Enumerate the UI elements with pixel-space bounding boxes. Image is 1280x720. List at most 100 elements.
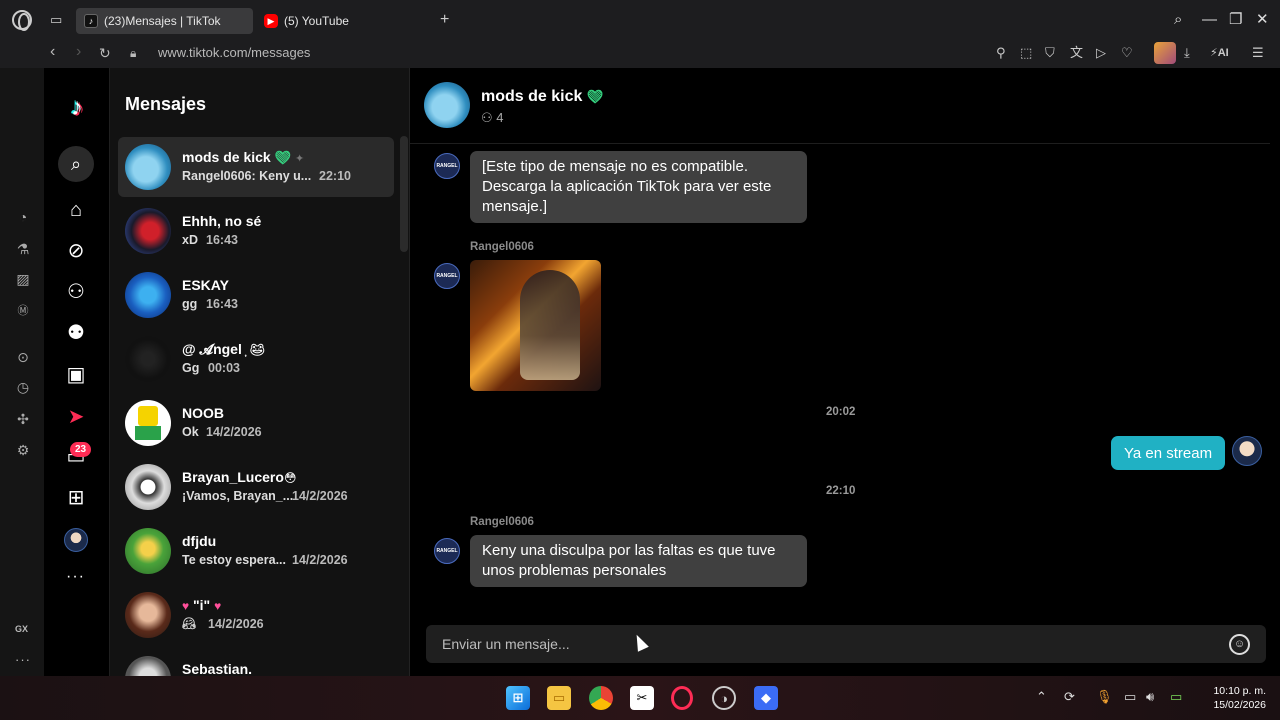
message-preview: gg [182, 297, 198, 311]
image-message[interactable] [470, 260, 601, 391]
message-preview: ¡Vamos, Brayan_... [182, 489, 294, 503]
history-icon[interactable]: ◷ [14, 378, 32, 396]
avatar[interactable]: RANGEL [434, 153, 460, 179]
group-avatar[interactable] [424, 82, 470, 128]
profile-avatar[interactable] [1154, 42, 1176, 64]
speed-icon[interactable]: ◔ [14, 208, 32, 226]
browser-tab-bar: ▭ ♪ (23)Mensajes | TikTok ▶ (5) YouTube … [0, 0, 1280, 40]
message-time: 14/2/2026 [292, 553, 348, 567]
message-preview: xD [182, 233, 198, 247]
avatar [125, 656, 171, 676]
player-icon[interactable]: ⊙ [14, 348, 32, 366]
my-avatar[interactable] [1232, 436, 1262, 466]
avatar [125, 464, 171, 510]
obs-icon[interactable]: ◑ [712, 686, 736, 710]
start-icon[interactable]: ⊞ [506, 686, 530, 710]
shield-icon[interactable]: ⛉ [1045, 44, 1055, 62]
conversation-item[interactable]: ♥ "i" ♥ 🤗︎ 14/2/2026 [118, 585, 394, 645]
easy-setup-icon[interactable]: ☰ [1252, 44, 1264, 62]
back-icon[interactable]: ‹ [50, 43, 55, 61]
chat-panel: mods de kick 💚︎ ⚇ 4 RANGEL [Este tipo de… [410, 68, 1270, 676]
conversation-item[interactable]: NOOB Ok 14/2/2026 [118, 393, 394, 453]
pin-icon[interactable]: ⚲ [996, 44, 1006, 62]
member-count: 4 [496, 110, 504, 125]
volume-icon[interactable]: 🔊︎ [1146, 689, 1154, 705]
forward-icon[interactable]: › [76, 43, 81, 61]
ai-button[interactable]: ⚡AI [1210, 44, 1229, 62]
minimize-icon[interactable]: — [1202, 11, 1217, 29]
conversation-item[interactable]: dfjdu Te estoy espera... 14/2/2026 [118, 521, 394, 581]
m-app-icon[interactable]: Ⓜ [14, 302, 32, 320]
new-tab-icon[interactable]: + [440, 12, 449, 28]
chrome-icon[interactable] [589, 686, 613, 710]
more-icon[interactable]: ··· [15, 652, 31, 667]
avatar [125, 592, 171, 638]
search-button[interactable]: ⌕ [58, 146, 94, 182]
message-preview: Te estoy espera... [182, 553, 286, 567]
message-preview: Rangel0606: Keny u... [182, 169, 312, 183]
app-icon[interactable]: ◆ [754, 686, 778, 710]
group-name[interactable]: mods de kick [481, 88, 582, 105]
settings-icon[interactable]: ⚙ [14, 441, 32, 459]
live-icon[interactable]: ▣ [63, 362, 89, 388]
upload-icon[interactable]: ⊞ [63, 485, 89, 511]
close-icon[interactable]: ✕ [1256, 11, 1269, 29]
explore-icon[interactable]: ⊘ [63, 238, 89, 264]
home-icon[interactable]: ⌂ [63, 197, 89, 223]
maximize-icon[interactable]: ❐ [1229, 11, 1242, 29]
message-preview: Gg [182, 361, 200, 375]
snapshot-icon[interactable]: ⬚ [1020, 44, 1032, 62]
avatar [125, 144, 171, 190]
message-input[interactable] [426, 625, 1216, 663]
avatar [125, 400, 171, 446]
conversation-item[interactable]: mods de kick 💚︎ ✦ Rangel0606: Keny u... … [118, 137, 394, 197]
friends-icon[interactable]: ⚉ [63, 320, 89, 346]
download-icon[interactable]: ⤓ [1184, 44, 1190, 62]
lock-icon: 🔒︎ [130, 46, 137, 60]
search-tabs-icon[interactable]: ⌕ [1174, 11, 1182, 29]
conversation-item[interactable]: ESKAY gg 16:43 [118, 265, 394, 325]
message-bubble: [Este tipo de mensaje no es compatible. … [470, 151, 807, 223]
extensions-icon[interactable]: ✣ [14, 410, 32, 428]
opera-menu-icon[interactable] [12, 10, 32, 31]
send-icon[interactable]: ➤ [63, 404, 89, 430]
sync-icon[interactable]: ⟳ [1064, 689, 1075, 705]
chat-header: mods de kick 💚︎ ⚇ 4 [410, 68, 1270, 144]
capcut-icon[interactable]: ✂ [630, 686, 654, 710]
heart-icon[interactable]: ♡ [1121, 44, 1133, 62]
scrollbar[interactable] [400, 136, 408, 252]
network-icon[interactable]: ▭ [1124, 689, 1136, 705]
file-explorer-icon[interactable]: ▭ [547, 686, 571, 710]
following-icon[interactable]: ⚇ [63, 279, 89, 305]
more-icon[interactable]: ··· [66, 568, 85, 586]
conversation-item[interactable]: Ehhh, no sé xD 16:43 [118, 201, 394, 261]
message-time: 00:03 [208, 361, 240, 375]
play-icon[interactable]: ▷ [1096, 44, 1106, 62]
wallpaper-icon[interactable]: ▨ [14, 270, 32, 288]
opera-gx-icon[interactable] [671, 686, 693, 710]
tab-youtube[interactable]: ▶ (5) YouTube [256, 8, 426, 34]
conversation-item[interactable]: Sebastian. [118, 649, 394, 676]
gx-icon[interactable]: GX [15, 624, 28, 634]
search-icon: ⌕ [70, 154, 82, 174]
avatar[interactable]: RANGEL [434, 263, 460, 289]
pink-heart-icon: ♥ [214, 599, 222, 613]
conversation-item[interactable]: @ 𝓐ngel ͎ 🐸︎ Gg 00:03 [118, 329, 394, 389]
microphone-icon[interactable]: 🎙︎ [1096, 689, 1113, 705]
emoji-icon[interactable]: ☺ [1229, 634, 1250, 655]
translate-icon[interactable]: 文 [1070, 44, 1083, 62]
reload-icon[interactable]: ↻ [99, 45, 111, 62]
tab-tiktok[interactable]: ♪ (23)Mensajes | TikTok [76, 8, 253, 34]
chevron-up-icon[interactable]: ⌃ [1036, 689, 1047, 705]
battery-icon[interactable]: ▭ [1170, 689, 1182, 705]
shopping-icon[interactable]: ⚗ [14, 240, 32, 258]
message-time: 16:43 [206, 297, 238, 311]
avatar[interactable]: RANGEL [434, 538, 460, 564]
avatar [125, 208, 171, 254]
conversation-item[interactable]: Brayan_Lucero😳︎ ¡Vamos, Brayan_... 14/2/… [118, 457, 394, 517]
profile-avatar[interactable] [64, 528, 88, 552]
url-field[interactable]: www.tiktok.com/messages [158, 45, 310, 60]
workspaces-icon[interactable]: ▭ [50, 12, 66, 27]
tiktok-logo-icon[interactable]: ♪ [64, 94, 90, 122]
clock[interactable]: 10:10 p. m. 15/02/2026 [1198, 684, 1266, 712]
